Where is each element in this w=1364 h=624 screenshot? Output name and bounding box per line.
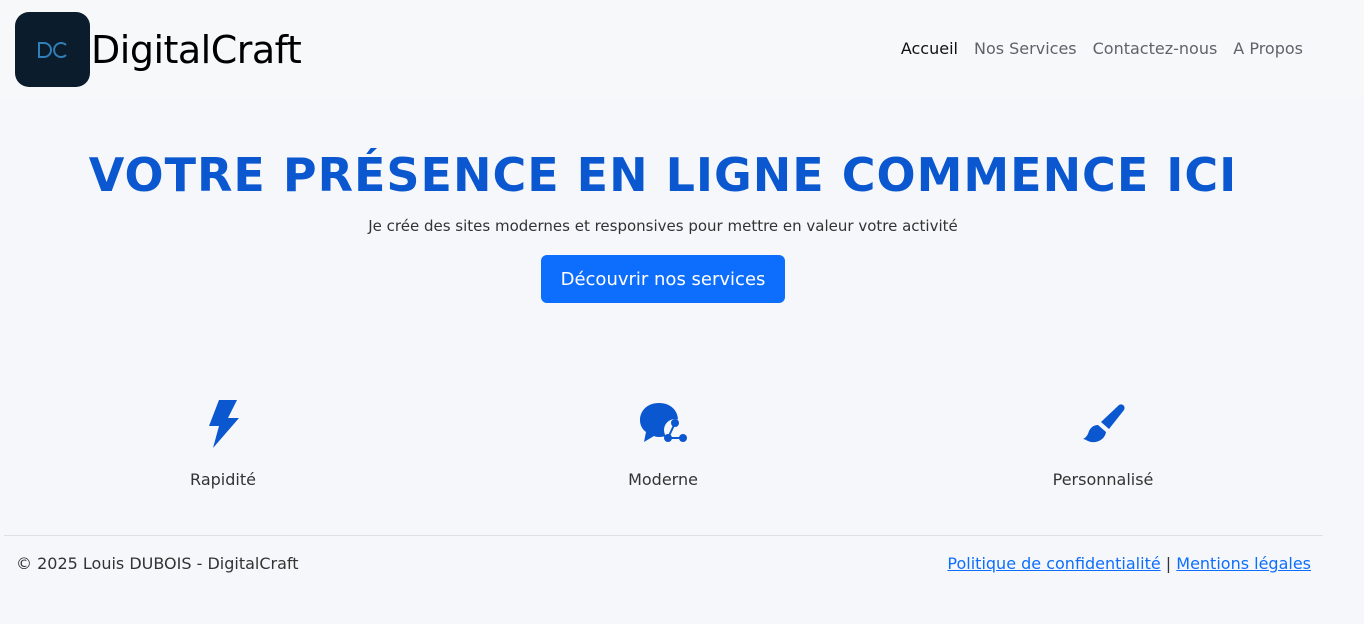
site-header: DigitalCraft Accueil Nos Services Contac… [0,0,1364,98]
feature-modern: Moderne [533,396,793,491]
paintbrush-icon [1083,404,1125,443]
dc-logo-icon [37,41,67,58]
hero-subtitle: Je crée des sites modernes et responsive… [368,217,958,235]
feature-custom: Personnalisé [973,396,1233,491]
legal-notice-link[interactable]: Mentions légales [1176,554,1311,573]
feature-modern-label: Moderne [628,470,698,489]
chat-share-icon [640,403,687,442]
nav-contact[interactable]: Contactez-nous [1093,39,1218,59]
link-separator: | [1165,554,1172,573]
copyright-text: © 2025 Louis DUBOIS - DigitalCraft [16,554,299,573]
hero-title: VOTRE PRÉSENCE EN LIGNE COMMENCE ICI [88,148,1238,202]
lightning-icon [209,400,239,448]
feature-speed-label: Rapidité [190,470,256,489]
nav-about[interactable]: A Propos [1233,39,1303,59]
nav-services[interactable]: Nos Services [974,39,1077,59]
legal-links: Politique de confidentialité | Mentions … [947,554,1311,574]
logo[interactable] [15,12,90,87]
discover-services-button[interactable]: Découvrir nos services [541,255,785,303]
feature-speed: Rapidité [93,396,353,491]
brand-name[interactable]: DigitalCraft [91,26,302,74]
main-nav: Accueil Nos Services Contactez-nous A Pr… [901,39,1303,59]
privacy-policy-link[interactable]: Politique de confidentialité [947,554,1160,573]
feature-custom-label: Personnalisé [1052,470,1154,489]
footer-divider [4,535,1323,536]
nav-home[interactable]: Accueil [901,39,958,59]
